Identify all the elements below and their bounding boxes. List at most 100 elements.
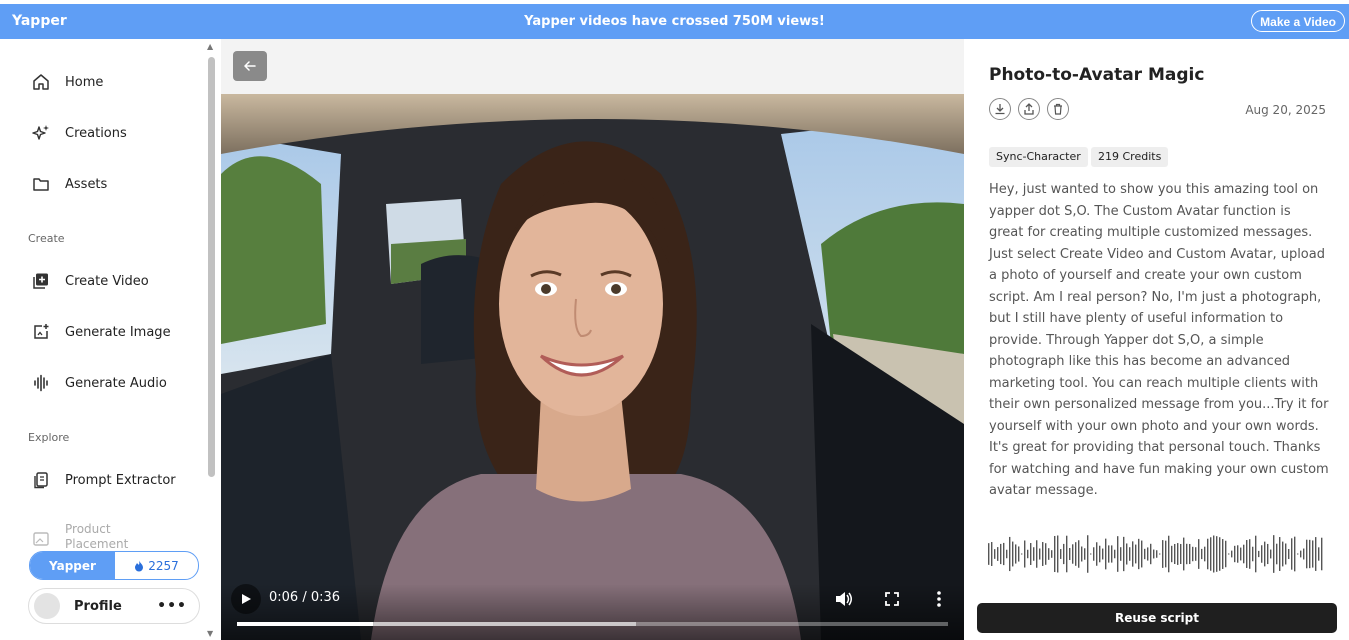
- make-video-button[interactable]: Make a Video: [1251, 10, 1345, 32]
- sidebar-item-home[interactable]: Home: [30, 70, 103, 94]
- waveform-bar: [1189, 543, 1191, 565]
- credits-value: 2257: [148, 558, 179, 573]
- tag-credits: 219 Credits: [1091, 147, 1169, 167]
- waveform-bar: [997, 547, 999, 561]
- scrollbar-thumb[interactable]: [208, 57, 215, 477]
- waveform-bar: [1264, 541, 1266, 567]
- announcement-text: Yapper videos have crossed 750M views!: [524, 14, 825, 29]
- waveform-bar: [1240, 547, 1242, 561]
- waveform-bar: [1255, 535, 1257, 573]
- waveform-bar: [1153, 549, 1155, 559]
- waveform-bar: [991, 542, 993, 566]
- waveform-bar: [1306, 539, 1308, 569]
- waveform-bar: [1009, 536, 1011, 572]
- waveform-bar: [1303, 548, 1305, 560]
- waveform-bar: [1066, 535, 1068, 573]
- waveform-bar: [1111, 545, 1113, 563]
- waveform-bar: [1150, 543, 1152, 565]
- waveform-bar: [1108, 545, 1110, 563]
- waveform-bar: [1234, 545, 1236, 563]
- scroll-up-icon[interactable]: ▲: [207, 42, 213, 51]
- waveform-bar: [1081, 546, 1083, 562]
- video-add-icon: [30, 270, 52, 292]
- waveform-bar: [1048, 548, 1050, 560]
- waveform-bar: [1276, 543, 1278, 565]
- time-display: 0:06 / 0:36: [269, 590, 341, 605]
- waveform-bar: [1246, 540, 1248, 568]
- trash-icon: [1054, 103, 1062, 115]
- waveform-bar: [1282, 541, 1284, 567]
- share-icon: [1024, 103, 1034, 115]
- plan-badge[interactable]: Yapper: [30, 552, 115, 579]
- waveform-bar: [1180, 543, 1182, 565]
- waveform-bar: [1195, 547, 1197, 561]
- sidebar-item-assets[interactable]: Assets: [30, 172, 107, 196]
- reuse-script-button[interactable]: Reuse script: [977, 603, 1337, 633]
- waveform-bar: [1222, 539, 1224, 569]
- section-heading-create: Create: [28, 232, 65, 245]
- sidebar-item-creations[interactable]: Creations: [30, 121, 127, 145]
- waveform-bar: [1018, 546, 1020, 562]
- sidebar-item-generate-audio[interactable]: Generate Audio: [30, 371, 167, 395]
- profile-label: Profile: [74, 598, 122, 614]
- back-button[interactable]: [233, 51, 267, 81]
- waveform-bar: [1063, 543, 1065, 565]
- avatar: [34, 593, 60, 619]
- waveform-bar: [1237, 545, 1239, 563]
- waveform-bar: [1165, 540, 1167, 568]
- waveform-bar: [1147, 547, 1149, 561]
- waveform-bar: [1096, 542, 1098, 566]
- more-vertical-icon[interactable]: [928, 588, 950, 610]
- waveform-bar: [1321, 537, 1323, 571]
- play-button[interactable]: [231, 584, 261, 614]
- waveform-bar: [1300, 550, 1302, 558]
- audio-waveform[interactable]: [988, 533, 1326, 575]
- waveform-bar: [1162, 540, 1164, 568]
- delete-button[interactable]: [1047, 98, 1069, 120]
- sidebar-item-prompt-extractor[interactable]: Prompt Extractor: [30, 468, 176, 492]
- waveform-bar: [1102, 548, 1104, 560]
- folder-icon: [30, 173, 52, 195]
- scroll-down-icon[interactable]: ▼: [207, 629, 213, 638]
- flame-icon: [134, 560, 144, 572]
- waveform-bar: [1054, 535, 1056, 573]
- download-button[interactable]: [989, 98, 1011, 120]
- waveform-bar: [1168, 535, 1170, 573]
- profile-menu[interactable]: Profile •••: [28, 588, 200, 624]
- sidebar-item-generate-image[interactable]: Generate Image: [30, 320, 171, 344]
- video-progress-bar[interactable]: [237, 622, 948, 626]
- waveform-bar: [1126, 543, 1128, 565]
- waveform-bar: [1027, 549, 1029, 559]
- tag-type: Sync-Character: [989, 147, 1088, 167]
- waveform-bar: [1105, 538, 1107, 570]
- waveform-bar: [1291, 538, 1293, 570]
- waveform-bar: [1129, 547, 1131, 561]
- waveform-bar: [1201, 548, 1203, 560]
- sidebar-item-create-video[interactable]: Create Video: [30, 269, 149, 293]
- plan-credits-pill[interactable]: Yapper 2257: [29, 551, 199, 580]
- share-button[interactable]: [1018, 98, 1040, 120]
- waveform-bar: [1225, 540, 1227, 568]
- waveform-bar: [1075, 542, 1077, 566]
- more-options-icon[interactable]: •••: [157, 598, 187, 614]
- waveform-bar: [1252, 546, 1254, 562]
- waveform-bar: [1294, 536, 1296, 572]
- waveform-bar: [1279, 537, 1281, 571]
- volume-icon[interactable]: [833, 588, 855, 610]
- document-icon: [30, 469, 52, 491]
- waveform-bar: [1039, 548, 1041, 560]
- waveform-bar: [1024, 540, 1026, 568]
- waveform-bar: [1309, 539, 1311, 569]
- waveform-bar: [1210, 537, 1212, 571]
- waveform-bar: [1099, 545, 1101, 563]
- waveform-bar: [1093, 547, 1095, 561]
- fullscreen-icon[interactable]: [881, 588, 903, 610]
- announcement-bar: Yapper Yapper videos have crossed 750M v…: [0, 4, 1349, 39]
- waveform-bar: [1219, 537, 1221, 571]
- waveform-bar: [988, 543, 990, 565]
- waveform-bar: [1159, 553, 1161, 555]
- credits-counter[interactable]: 2257: [115, 552, 198, 579]
- placement-icon: [30, 528, 52, 550]
- waveform-bar: [1183, 537, 1185, 571]
- video-player[interactable]: 0:06 / 0:36: [221, 94, 964, 640]
